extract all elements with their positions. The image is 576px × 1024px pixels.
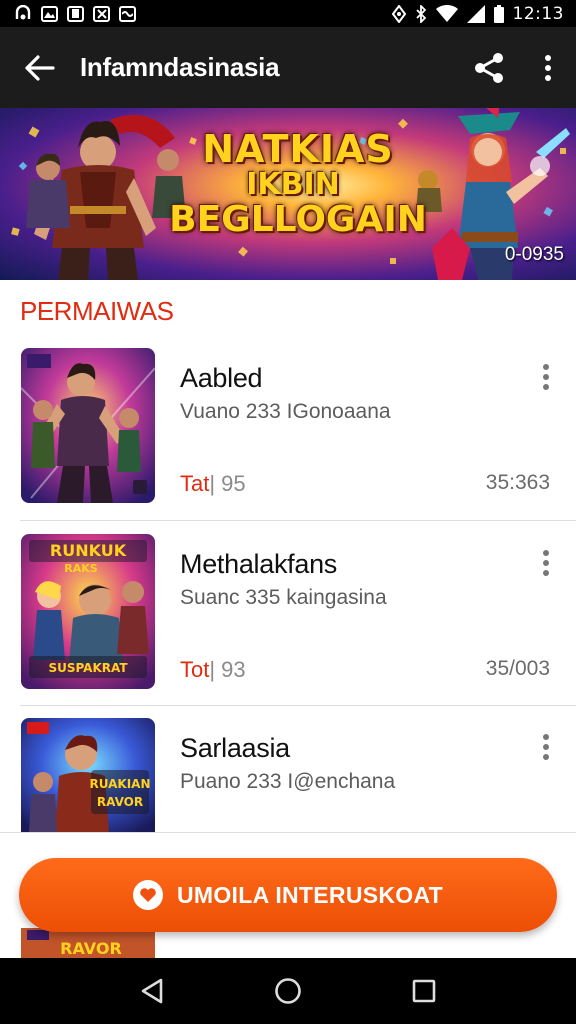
more-vertical-icon xyxy=(543,364,549,390)
card-subtitle: Puano 233 I@enchana xyxy=(180,770,396,793)
card-subtitle: Vuano 233 IGonoaana xyxy=(180,400,391,423)
card-subtitle: Suanc 335 kaingasina xyxy=(180,586,387,609)
card-title: Aabled xyxy=(180,363,263,393)
thumbnail-caption-top: RUAKIAN xyxy=(90,777,151,791)
card-more-button[interactable] xyxy=(532,546,560,580)
more-vertical-icon xyxy=(543,734,549,760)
wifi-icon xyxy=(435,4,458,23)
card-label: Tot| 93 xyxy=(180,657,246,683)
banner-headline-line1: NATKIAS xyxy=(202,127,394,171)
card-label-text: Tat xyxy=(180,471,210,496)
banner-price: 0-0935 xyxy=(504,244,564,265)
list-item[interactable]: RUNKUK RAKS SUSPAKRAT Methalakfans Suanc… xyxy=(0,534,576,694)
game-thumbnail: RUNKUK RAKS SUSPAKRAT xyxy=(21,534,155,689)
banner-headline-line3: BEGLLOGAIN xyxy=(169,199,427,240)
card-more-button[interactable] xyxy=(532,730,560,764)
divider xyxy=(20,520,576,521)
list-item[interactable]: RUAKIAN RAVOR Sarlaasia Puano 233 I@ench… xyxy=(0,718,576,838)
nav-home-button[interactable] xyxy=(258,961,318,1021)
thumbnail-caption-top: RUNKUK xyxy=(50,541,127,560)
thumbnail-caption-sub: RAVOR xyxy=(97,795,143,809)
more-vertical-icon xyxy=(545,54,551,81)
game-thumbnail xyxy=(21,348,155,503)
more-options-button[interactable] xyxy=(520,27,576,108)
card-label-suffix: | 93 xyxy=(209,657,246,682)
divider xyxy=(0,832,576,833)
nav-recents-button[interactable] xyxy=(394,961,454,1021)
notification-icon xyxy=(67,5,84,22)
card-more-button[interactable] xyxy=(532,360,560,394)
back-button[interactable] xyxy=(0,27,80,108)
primary-cta-button[interactable]: UMOILA INTERUSKOAT xyxy=(19,858,557,932)
card-label: Tat| 95 xyxy=(180,471,246,497)
status-right-icons: 12:13 xyxy=(391,3,565,24)
nav-back-icon xyxy=(141,978,163,1004)
thumbnail-caption-top: RAVOR xyxy=(60,939,122,958)
battery-icon xyxy=(493,4,504,23)
list-item[interactable]: RAVOR xyxy=(0,928,576,958)
bluetooth-icon xyxy=(415,4,427,23)
card-meta: 35:363 xyxy=(485,471,550,494)
status-time: 12:13 xyxy=(512,3,564,24)
thumbnail-caption-bottom: SUSPAKRAT xyxy=(48,661,128,675)
nav-recents-icon xyxy=(412,979,436,1003)
thumbnail-caption-sub: RAKS xyxy=(64,562,98,575)
card-label-suffix: | 95 xyxy=(209,471,246,496)
notification-icon xyxy=(14,4,32,23)
game-thumbnail: RAVOR xyxy=(21,928,155,958)
message-icon xyxy=(119,5,136,22)
app-bar: Infamndasinasia xyxy=(0,27,576,108)
card-meta: 35/003 xyxy=(485,657,550,680)
card-title: Sarlaasia xyxy=(180,733,290,763)
game-thumbnail: RUAKIAN RAVOR xyxy=(21,718,155,833)
divider xyxy=(20,705,576,706)
section-title: PERMAIWAS xyxy=(20,296,174,326)
banner-headline-line2: IKBIN xyxy=(246,167,340,202)
list-item[interactable]: Aabled Vuano 233 IGonoaana Tat| 95 35:36… xyxy=(0,348,576,508)
nav-back-button[interactable] xyxy=(122,961,182,1021)
share-button[interactable] xyxy=(458,27,520,108)
status-left-icons xyxy=(14,4,136,23)
photo-icon xyxy=(93,5,110,22)
signal-icon xyxy=(466,4,485,23)
more-vertical-icon xyxy=(543,550,549,576)
card-label-text: Tot xyxy=(180,657,210,682)
page-title: Infamndasinasia xyxy=(80,52,280,82)
promo-banner[interactable]: NATKIAS IKBIN BEGLLOGAIN 0-0935 xyxy=(0,108,576,280)
cta-label: UMOILA INTERUSKOAT xyxy=(176,881,444,908)
banner-headline: NATKIAS IKBIN BEGLLOGAIN xyxy=(0,130,576,238)
photo-icon xyxy=(41,5,58,22)
card-title: Methalakfans xyxy=(180,549,337,579)
heart-icon xyxy=(132,880,163,910)
share-icon xyxy=(475,52,503,83)
nav-home-icon xyxy=(275,978,301,1004)
status-bar: 12:13 xyxy=(0,0,576,27)
vibrate-icon xyxy=(391,4,406,23)
arrow-left-icon xyxy=(25,54,55,81)
system-nav-bar xyxy=(0,958,576,1024)
